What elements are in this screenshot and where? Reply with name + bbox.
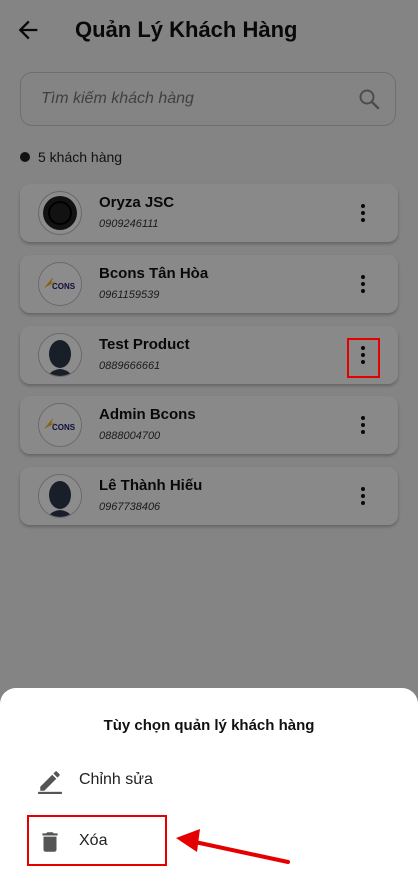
highlight-box-delete — [27, 815, 167, 866]
sheet-title: Tùy chọn quản lý khách hàng — [103, 717, 315, 734]
highlight-box-more-options — [347, 338, 380, 378]
pencil-icon — [38, 771, 62, 794]
edit-option-label: Chỉnh sửa — [79, 771, 153, 788]
edit-option[interactable]: Chỉnh sửa — [0, 756, 418, 804]
